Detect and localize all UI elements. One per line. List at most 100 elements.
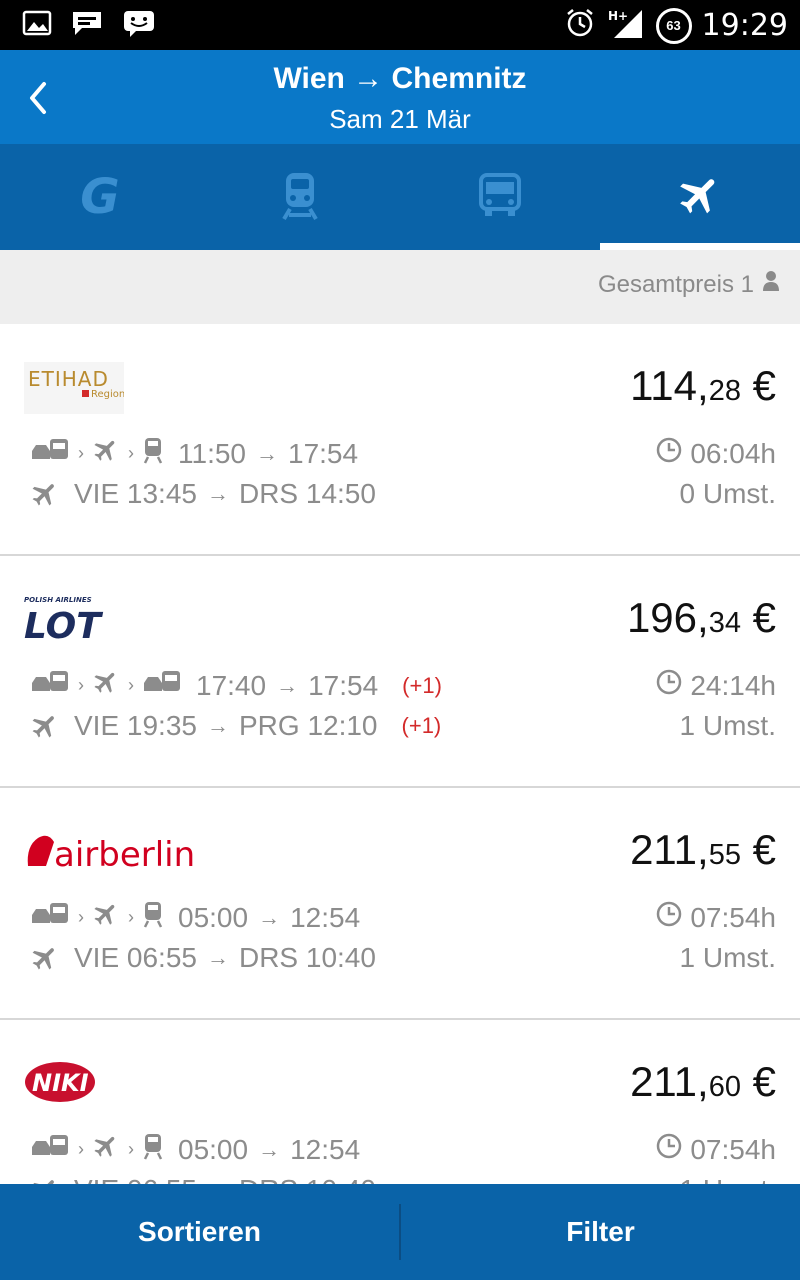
airline-logo-airberlin: airberlin [24, 826, 224, 878]
plane-icon [92, 1132, 120, 1167]
svg-text:airberlin: airberlin [54, 835, 195, 875]
clock-icon [656, 1133, 682, 1166]
svg-text:LOT: LOT [24, 606, 103, 646]
airline-logo-etihad: ETIHAD Regional [24, 362, 134, 414]
tab-train[interactable] [200, 144, 400, 250]
airline-logo-niki: NIKI [24, 1058, 104, 1110]
flight-departure: VIE 06:55 [74, 1174, 197, 1184]
arrival-time: 12:54 [290, 901, 361, 933]
journey-times: 17:40 → 17:54 (+1) [196, 670, 442, 702]
svg-text:ETIHAD: ETIHAD [28, 367, 109, 391]
flight-row: VIE 13:45 → DRS 14:50 0 Umst. [30, 478, 776, 510]
currency: € [752, 1058, 776, 1105]
arrival-time: 12:54 [290, 1133, 361, 1165]
duration-value: 07:54h [690, 1133, 776, 1165]
transfers: 1 Umst. [679, 942, 776, 973]
chevron-right-icon: › [128, 1139, 134, 1159]
clock-icon [656, 901, 682, 934]
chevron-right-icon: › [128, 675, 134, 695]
next-day-badge: (+1) [401, 713, 442, 738]
arrow-right-icon: → [206, 945, 229, 970]
flight-row: VIE 06:55 → DRS 10:40 1 Umst. [30, 942, 776, 974]
signal-icon: H+ [606, 6, 646, 45]
currency: € [752, 594, 776, 641]
price-main: 114, [630, 362, 709, 409]
plane-icon [92, 668, 120, 703]
flight-arrival: DRS 14:50 [238, 478, 376, 509]
chevron-right-icon: › [78, 443, 84, 463]
tab-all[interactable]: G [0, 144, 200, 250]
train-icon [142, 900, 164, 935]
tab-bus[interactable] [400, 144, 600, 250]
results-list: ETIHAD Regional 114,28 € › › 11:50 → 17:… [0, 324, 800, 1184]
svg-text:NIKI: NIKI [32, 1069, 89, 1097]
price: 114,28 € [630, 362, 776, 410]
date-subtitle: Sam 21 Mär [329, 104, 471, 134]
duration-value: 24:14h [690, 669, 776, 701]
chevron-right-icon: › [78, 907, 84, 927]
car-bus-icon [30, 437, 70, 470]
result-card[interactable]: NIKI 211,60 € › › 05:00 → 12:54 07:54h [0, 1020, 800, 1184]
train-icon [142, 436, 164, 471]
arrow-right-icon: → [206, 481, 229, 506]
price-summary-bar: Gesamtpreis 1 [0, 250, 800, 324]
total-price-passengers[interactable]: Gesamtpreis 1 [598, 270, 780, 299]
journey-row: › › 17:40 → 17:54 (+1) 24:14h [30, 668, 776, 703]
transport-mode-tabs: G [0, 144, 800, 250]
result-card[interactable]: airberlin 211,55 € › › 05:00 → 12:54 07:… [0, 788, 800, 1020]
departure-time: 17:40 [196, 669, 267, 701]
airline-logo-lot: POLISH AIRLINES LOT [24, 594, 124, 647]
journey-modes: › › [30, 1132, 164, 1167]
currency: € [752, 826, 776, 873]
result-card[interactable]: POLISH AIRLINES LOT 196,34 € › › 17:40 →… [0, 556, 800, 788]
price-cents: 34 [708, 607, 741, 639]
flight-row: VIE 19:35 → PRG 12:10 (+1) 1 Umst. [30, 710, 776, 742]
svg-text:Regional: Regional [91, 389, 124, 400]
departure-time: 05:00 [178, 901, 249, 933]
plane-icon [92, 436, 120, 471]
arrival-time: 17:54 [308, 669, 379, 701]
person-icon [762, 270, 780, 299]
transfers: 1 Umst. [680, 1174, 776, 1184]
car-bus-icon [142, 669, 182, 702]
flight-times: VIE 06:55 → DRS 10:40 [74, 1174, 376, 1184]
svg-text:POLISH AIRLINES: POLISH AIRLINES [24, 596, 92, 604]
duration: 06:04h [656, 437, 776, 470]
result-card[interactable]: ETIHAD Regional 114,28 € › › 11:50 → 17:… [0, 324, 800, 556]
duration: 07:54h [656, 1133, 776, 1166]
battery-icon: 63 [655, 7, 692, 44]
price-main: 211, [630, 826, 709, 873]
price-cents: 28 [708, 375, 741, 407]
message-notification-icon [70, 8, 104, 43]
duration: 07:54h [656, 901, 776, 934]
tab-flight[interactable] [600, 144, 800, 250]
plane-icon [30, 479, 60, 509]
sort-button[interactable]: Sortieren [0, 1184, 399, 1280]
arrival-time: 17:54 [288, 437, 359, 469]
price-main: 196, [626, 594, 709, 641]
departure-time: 05:00 [178, 1133, 249, 1165]
flight-arrival: DRS 10:40 [238, 942, 376, 973]
clock: 19:29 [701, 8, 788, 43]
price: 196,34 € [627, 594, 776, 642]
arrow-right-icon: → [206, 713, 229, 738]
arrow-right-icon: → [258, 904, 281, 930]
flight-departure: VIE 19:35 [74, 710, 197, 741]
filter-button[interactable]: Filter [401, 1184, 800, 1280]
currency: € [752, 362, 776, 409]
chat-notification-icon [122, 8, 156, 43]
image-notification-icon [22, 8, 52, 43]
journey-times: 11:50 → 17:54 [178, 438, 358, 470]
flight-arrival: PRG 12:10 [238, 710, 378, 741]
chevron-right-icon: › [128, 907, 134, 927]
plane-icon [92, 900, 120, 935]
arrow-right-icon: → [207, 1177, 229, 1184]
journey-times: 05:00 → 12:54 [178, 1134, 360, 1166]
clock-icon [656, 669, 682, 702]
chevron-right-icon: › [78, 675, 84, 695]
price: 211,55 € [630, 826, 776, 874]
car-bus-icon [30, 1133, 70, 1166]
duration: 24:14h [656, 669, 776, 702]
arrow-right-icon: → [258, 1136, 281, 1162]
all-modes-logo-icon: G [80, 169, 120, 225]
